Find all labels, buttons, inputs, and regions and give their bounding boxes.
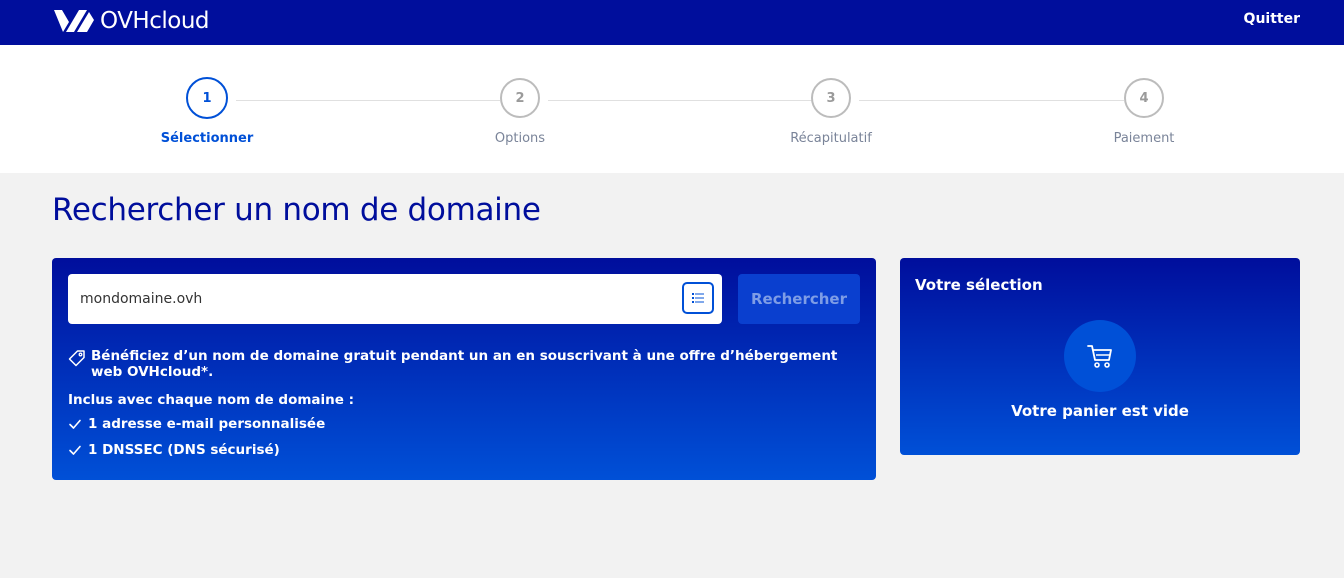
check-icon — [69, 445, 81, 455]
domain-search-input[interactable] — [80, 274, 670, 324]
step-number: 4 — [1124, 78, 1164, 118]
bulk-search-button[interactable] — [682, 282, 714, 314]
step-payment: 4 Paiement — [1064, 78, 1224, 146]
step-label: Sélectionner — [160, 131, 254, 146]
ovhcloud-logo-icon — [54, 10, 94, 32]
step-options: 2 Options — [440, 78, 600, 146]
included-item: 1 adresse e-mail personnalisée — [68, 416, 325, 432]
included-item-label: 1 adresse e-mail personnalisée — [88, 416, 326, 432]
step-number: 2 — [500, 78, 540, 118]
quit-link[interactable]: Quitter — [1244, 11, 1300, 27]
included-item: 1 DNSSEC (DNS sécurisé) — [68, 442, 280, 458]
included-item-label: 1 DNSSEC (DNS sécurisé) — [88, 442, 280, 458]
search-box — [68, 274, 722, 324]
cart-icon — [1087, 345, 1112, 368]
check-icon — [69, 419, 81, 429]
included-title: Inclus avec chaque nom de domaine : — [68, 392, 355, 408]
list-icon — [692, 293, 704, 303]
cart-badge — [1064, 320, 1136, 392]
brand-name: OVHcloud — [100, 8, 210, 34]
selection-card: Votre sélection Votre panier est vide — [900, 258, 1300, 455]
step-number: 3 — [811, 78, 851, 118]
step-select: 1 Sélectionner — [127, 77, 287, 146]
order-stepper: 1 Sélectionner 2 Options 3 Récapitulatif… — [0, 45, 1344, 173]
step-number: 1 — [186, 77, 228, 119]
empty-cart-text: Votre panier est vide — [1011, 402, 1189, 420]
step-label: Paiement — [1113, 131, 1175, 146]
promo-banner: Bénéficiez d’un nom de domaine gratuit p… — [68, 348, 858, 380]
step-label: Options — [494, 131, 546, 146]
step-summary: 3 Récapitulatif — [751, 78, 911, 146]
step-label: Récapitulatif — [790, 131, 872, 146]
tag-icon — [68, 350, 85, 367]
search-button[interactable]: Rechercher — [738, 274, 860, 324]
top-bar: OVHcloud Quitter — [0, 0, 1344, 45]
ovhcloud-logo[interactable]: OVHcloud — [52, 8, 210, 34]
domain-search-card: Rechercher Bénéficiez d’un nom de domain… — [52, 258, 876, 480]
selection-title: Votre sélection — [915, 276, 1043, 294]
page-title: Rechercher un nom de domaine — [52, 192, 541, 228]
promo-text: Bénéficiez d’un nom de domaine gratuit p… — [91, 348, 838, 380]
